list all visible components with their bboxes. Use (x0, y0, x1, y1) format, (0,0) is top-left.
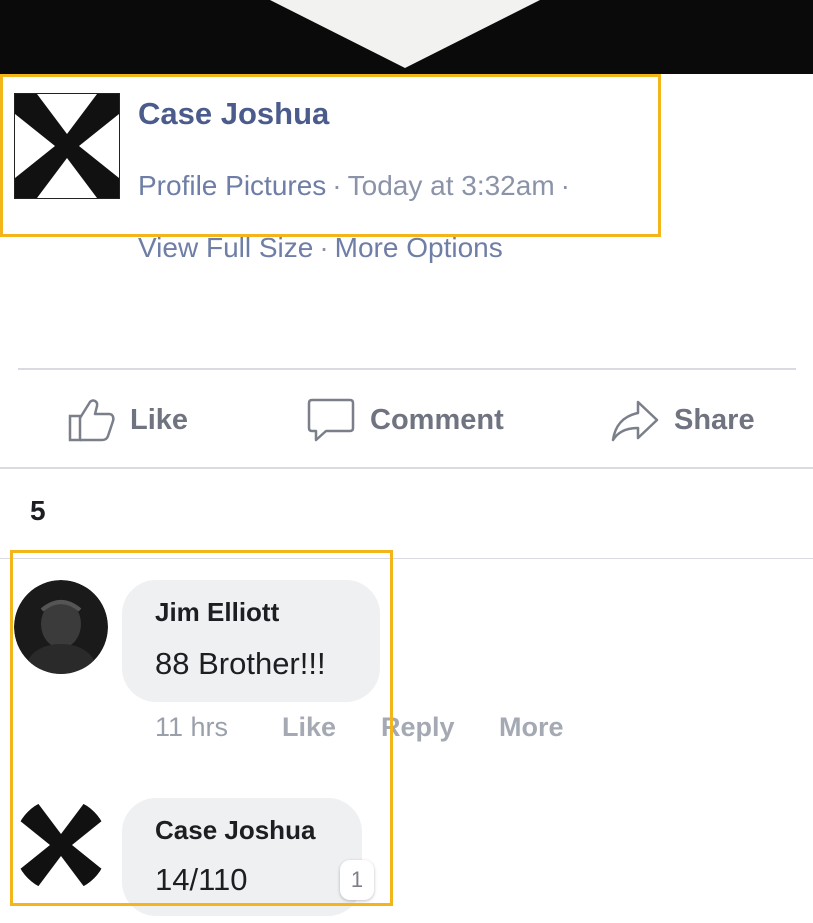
comment-text: 14/110 (155, 862, 248, 897)
commenter-avatar-case-joshua[interactable] (14, 798, 108, 892)
divider (0, 467, 813, 469)
post-timestamp[interactable]: Today at 3:32am (348, 170, 555, 201)
commenter-avatar-jim-elliott[interactable] (14, 580, 108, 674)
more-options-link[interactable]: More Options (335, 232, 503, 263)
reaction-count-badge[interactable]: 1 (340, 860, 374, 900)
x-cross-avatar-icon (14, 798, 108, 892)
divider (0, 558, 813, 559)
like-label: Like (130, 403, 189, 436)
share-button[interactable]: Share (610, 392, 755, 448)
comment-button[interactable]: Comment (306, 392, 504, 448)
comments-count: 5 (30, 495, 46, 526)
share-label: Share (674, 403, 755, 436)
comment-like-button[interactable]: Like (282, 712, 336, 743)
comment-bubble-icon (307, 398, 355, 442)
divider (18, 368, 796, 370)
like-button[interactable]: Like (66, 392, 188, 448)
post-meta-line: Profile Pictures · Today at 3:32am · (138, 170, 576, 202)
album-link[interactable]: Profile Pictures (138, 170, 326, 201)
poster-name-link[interactable]: Case Joshua (138, 96, 329, 132)
comment-label: Comment (370, 403, 504, 436)
separator: · (332, 170, 342, 201)
comment-reply-button[interactable]: Reply (381, 712, 455, 743)
comment-author-link[interactable]: Case Joshua (155, 815, 315, 846)
comment-author-link[interactable]: Jim Elliott (155, 597, 279, 628)
comment-more-button[interactable]: More (499, 712, 564, 743)
view-full-size-link[interactable]: View Full Size (138, 232, 313, 263)
avatar-photo (14, 580, 108, 674)
x-cross-avatar-icon (15, 94, 119, 198)
post-options-line: View Full Size · More Options (138, 232, 503, 264)
thumbs-up-icon (68, 399, 115, 442)
separator: · (319, 232, 329, 263)
poster-avatar[interactable] (14, 93, 120, 199)
share-arrow-icon (611, 400, 659, 442)
comment-text: 88 Brother!!! (155, 646, 326, 681)
comment-time[interactable]: 11 hrs (155, 712, 228, 743)
cover-photo[interactable] (0, 0, 813, 74)
separator: · (560, 170, 570, 201)
